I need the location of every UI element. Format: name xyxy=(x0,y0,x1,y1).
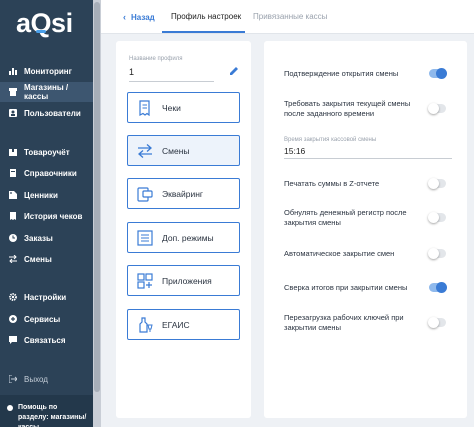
top-bar: ‹ Назад Профиль настроек Привязанные кас… xyxy=(101,0,474,34)
module-label: Чеки xyxy=(162,102,181,113)
settings-panel: Подтверждение открытия смены Требовать з… xyxy=(264,41,467,418)
setting-label: Печатать суммы в Z-отчете xyxy=(284,179,380,188)
pencil-icon[interactable] xyxy=(228,65,240,77)
sidebar-item-label: История чеков xyxy=(24,211,83,221)
tag-icon xyxy=(9,191,17,199)
active-tab-indicator xyxy=(162,31,245,33)
back-button[interactable]: ‹ Назад xyxy=(123,12,155,22)
sidebar: aQsi Мониторинг Магазины / кассы Пользов… xyxy=(0,0,93,427)
sidebar-item-label: Пользователи xyxy=(24,108,81,118)
module-apps-button[interactable]: Приложения xyxy=(127,265,240,296)
setting-label: Сверка итогов при закрытии смены xyxy=(284,283,408,292)
help-label: Помощь по разделу: магазины/кассы xyxy=(18,404,87,427)
sidebar-item-settings[interactable]: Настройки xyxy=(0,287,93,307)
bottle-icon xyxy=(139,316,153,333)
sidebar-item-receipt-history[interactable]: История чеков xyxy=(0,206,93,226)
close-time-field[interactable]: 15:16 xyxy=(284,146,305,156)
sidebar-item-stores[interactable]: Магазины / кассы xyxy=(0,82,93,102)
setting-label: Перезагрузка рабочих ключей при закрытии… xyxy=(284,313,404,332)
close-time-label: Время закрытия кассовой смены xyxy=(284,137,377,143)
plus-circle-icon xyxy=(9,315,17,323)
logo[interactable]: aQsi xyxy=(16,8,73,39)
print-z-report-sums-toggle[interactable] xyxy=(428,178,446,189)
reset-cash-register-toggle[interactable] xyxy=(428,212,446,223)
sidebar-item-label: Ценники xyxy=(24,190,58,200)
profile-name-field[interactable]: 1 xyxy=(129,67,134,77)
sidebar-item-label: Товароучёт xyxy=(24,147,70,157)
module-receipts-button[interactable]: Чеки xyxy=(127,92,240,123)
module-label: Доп. режимы xyxy=(162,232,214,243)
sidebar-item-label: Настройки xyxy=(24,292,67,302)
card-terminal-icon xyxy=(137,186,153,202)
tab-linked-registers[interactable]: Привязанные кассы xyxy=(253,12,327,21)
sidebar-item-label: Связаться xyxy=(24,335,66,345)
box-icon xyxy=(9,148,17,156)
require-close-shift-toggle[interactable] xyxy=(428,103,446,114)
sidebar-scrollbar-thumb[interactable] xyxy=(94,2,100,392)
logout-button[interactable]: Выход xyxy=(0,369,93,389)
reload-work-keys-toggle[interactable] xyxy=(428,317,446,328)
module-egais-button[interactable]: ЕГАИС xyxy=(127,309,240,340)
confirm-open-shift-toggle[interactable] xyxy=(429,68,447,79)
modules-panel: Название профиля 1 Чеки Смены Эквайринг … xyxy=(116,41,251,418)
module-label: Приложения xyxy=(162,275,212,286)
profile-name-underline xyxy=(129,81,214,82)
setting-label: Обнулять денежный регистр после закрытия… xyxy=(284,208,407,227)
module-label: Эквайринг xyxy=(162,188,203,199)
sidebar-item-label: Мониторинг xyxy=(24,66,72,76)
swap-icon xyxy=(9,255,17,263)
logout-label: Выход xyxy=(24,374,48,384)
sidebar-item-references[interactable]: Справочники xyxy=(0,163,93,183)
swap-arrows-icon xyxy=(138,143,152,158)
module-label: Смены xyxy=(162,145,190,156)
module-extra-modes-button[interactable]: Доп. режимы xyxy=(127,222,240,253)
user-icon xyxy=(9,109,17,117)
sidebar-item-label: Справочники xyxy=(24,168,77,178)
module-acquiring-button[interactable]: Эквайринг xyxy=(127,178,240,209)
gear-icon xyxy=(9,293,17,301)
clock-icon xyxy=(9,234,17,242)
auto-close-shift-toggle[interactable] xyxy=(428,248,446,259)
back-label: Назад xyxy=(131,12,155,22)
close-time-underline xyxy=(284,158,452,159)
sidebar-item-orders[interactable]: Заказы xyxy=(0,228,93,248)
sidebar-item-label: Заказы xyxy=(24,233,53,243)
profile-name-label: Название профиля xyxy=(129,56,183,62)
receipt-icon xyxy=(9,212,17,220)
setting-label: Требовать закрытия текущей смены после з… xyxy=(284,99,411,118)
sidebar-item-label: Смены xyxy=(24,254,52,264)
book-icon xyxy=(9,169,17,177)
receipt-icon xyxy=(139,99,150,116)
setting-label: Подтверждение открытия смены xyxy=(284,69,399,78)
chevron-left-icon: ‹ xyxy=(123,12,126,22)
apps-grid-icon xyxy=(137,272,153,289)
setting-label: Автоматическое закрытие смен xyxy=(284,249,395,258)
store-icon xyxy=(9,88,17,96)
sidebar-item-monitoring[interactable]: Мониторинг xyxy=(0,61,93,81)
sidebar-item-contact[interactable]: Связаться xyxy=(0,330,93,350)
chart-icon xyxy=(9,67,17,75)
module-label: ЕГАИС xyxy=(162,319,190,330)
module-shifts-button[interactable]: Смены xyxy=(127,135,240,166)
sidebar-item-shifts[interactable]: Смены xyxy=(0,249,93,269)
sidebar-item-services[interactable]: Сервисы xyxy=(0,309,93,329)
sidebar-item-label: Магазины / кассы xyxy=(24,83,69,101)
help-link[interactable]: Помощь по разделу: магазины/кассы xyxy=(0,395,93,427)
sidebar-item-label: Сервисы xyxy=(24,314,61,324)
logout-icon xyxy=(9,375,17,383)
sidebar-item-price-tags[interactable]: Ценники xyxy=(0,185,93,205)
sidebar-item-users[interactable]: Пользователи xyxy=(0,103,93,123)
chat-icon xyxy=(9,336,17,344)
help-icon xyxy=(7,405,13,411)
list-icon xyxy=(137,229,153,246)
sidebar-item-inventory[interactable]: Товароучёт xyxy=(0,142,93,162)
tab-profile[interactable]: Профиль настроек xyxy=(171,12,241,21)
reconcile-on-close-toggle[interactable] xyxy=(429,282,447,293)
